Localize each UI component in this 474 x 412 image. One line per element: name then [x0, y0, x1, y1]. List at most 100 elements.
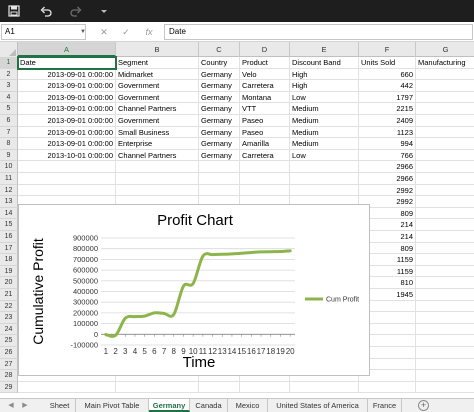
cell-g5[interactable] — [416, 103, 474, 115]
cell-c7[interactable]: Germany — [199, 126, 240, 139]
cell-g4[interactable] — [416, 92, 474, 104]
cell-b11[interactable] — [116, 173, 199, 185]
cell-g23[interactable] — [416, 312, 474, 324]
row-header[interactable]: 13 — [0, 196, 18, 208]
cell-e8[interactable]: Medium — [290, 138, 359, 150]
column-header-g[interactable]: G — [416, 42, 474, 57]
cell-c4[interactable]: Germany — [199, 91, 240, 104]
row-header[interactable]: 15 — [0, 219, 18, 231]
cell-e6[interactable]: Medium — [290, 115, 359, 127]
cell-a29[interactable] — [18, 381, 116, 394]
cell-d1[interactable]: Product — [240, 57, 290, 69]
cell-g9[interactable] — [416, 150, 474, 162]
cell-e2[interactable]: High — [290, 68, 359, 81]
tab-mexico[interactable]: Mexico — [228, 399, 268, 412]
row-header[interactable]: 27 — [0, 358, 18, 371]
cell-b7[interactable]: Small Business — [116, 126, 199, 139]
cell-a12[interactable] — [18, 184, 116, 197]
cell-d4[interactable]: Montana — [240, 91, 290, 104]
cell-d11[interactable] — [240, 173, 290, 185]
cell-g25[interactable] — [416, 335, 474, 347]
row-header[interactable]: 28 — [0, 370, 18, 382]
column-header-c[interactable]: C — [199, 42, 240, 57]
cell-a2[interactable]: 2013-09-01 0:00:00 — [18, 68, 116, 81]
row-header[interactable]: 16 — [0, 231, 18, 243]
cell-g16[interactable] — [416, 231, 474, 243]
prev-sheet-icon[interactable]: ◀ — [6, 399, 16, 412]
cell-e29[interactable] — [290, 381, 359, 394]
cell-b1[interactable]: Segment — [116, 57, 199, 69]
cell-e11[interactable] — [290, 173, 359, 185]
cell-f29[interactable] — [359, 381, 416, 394]
cell-b12[interactable] — [116, 184, 199, 197]
undo-icon[interactable] — [38, 3, 54, 19]
cell-c2[interactable]: Germany — [199, 68, 240, 81]
cell-a9[interactable]: 2013-10-01 0:00:00 — [18, 149, 116, 162]
cell-f1[interactable]: Units Sold — [359, 57, 416, 69]
cell-g24[interactable] — [416, 324, 474, 336]
cell-d7[interactable]: Paseo — [240, 126, 290, 139]
cell-c11[interactable] — [199, 173, 240, 185]
tab-main-pivot-table[interactable]: Main Pivot Table — [76, 399, 149, 412]
cell-g3[interactable] — [416, 80, 474, 92]
cell-d6[interactable]: Paseo — [240, 115, 290, 127]
cell-f12[interactable]: 2992 — [359, 184, 416, 197]
cell-f11[interactable]: 2966 — [359, 173, 416, 185]
select-all-button[interactable] — [0, 42, 18, 57]
row-header[interactable]: 22 — [0, 300, 18, 313]
cell-b29[interactable] — [116, 381, 199, 394]
add-sheet-button[interactable]: + — [418, 400, 429, 411]
cell-g1[interactable]: Manufacturing — [416, 57, 474, 69]
formula-input[interactable]: Date — [164, 24, 473, 40]
row-header[interactable]: 11 — [0, 173, 18, 185]
cell-g27[interactable] — [416, 359, 474, 371]
profit-chart[interactable]: Profit Chart -100000 0 100000 200000 300000 40… — [18, 204, 370, 376]
column-header-a[interactable]: A — [18, 42, 116, 57]
row-header[interactable]: 21 — [0, 289, 18, 301]
tab-sheet[interactable]: Sheet — [44, 399, 76, 412]
cell-f7[interactable]: 1123 — [359, 126, 416, 139]
tab-canada[interactable]: Canada — [190, 399, 228, 412]
cell-g28[interactable] — [416, 370, 474, 382]
cell-g29[interactable] — [416, 382, 474, 394]
cell-d2[interactable]: Velo — [240, 68, 290, 81]
cell-a6[interactable]: 2013-09-01 0:00:00 — [18, 115, 116, 127]
enter-icon[interactable]: ✓ — [120, 25, 132, 39]
cell-c1[interactable]: Country — [199, 57, 240, 69]
row-header[interactable]: 23 — [0, 312, 18, 324]
cell-a4[interactable]: 2013-09-01 0:00:00 — [18, 91, 116, 104]
tab-united-states-of-america[interactable]: United States of America — [268, 399, 368, 412]
cell-d3[interactable]: Carretera — [240, 80, 290, 92]
cell-g6[interactable] — [416, 115, 474, 127]
cell-b2[interactable]: Midmarket — [116, 68, 199, 81]
cell-c29[interactable] — [199, 381, 240, 394]
row-header[interactable]: 5 — [0, 103, 18, 115]
cell-c10[interactable] — [199, 161, 240, 173]
row-header[interactable]: 25 — [0, 335, 18, 347]
cell-b4[interactable]: Government — [116, 91, 199, 104]
cell-a1[interactable]: Date — [17, 56, 117, 70]
cell-b6[interactable]: Government — [116, 115, 199, 127]
tab-germany[interactable]: Germany — [149, 399, 190, 412]
cell-f9[interactable]: 766 — [359, 149, 416, 162]
cell-f5[interactable]: 2215 — [359, 103, 416, 115]
cell-d5[interactable]: VTT — [240, 103, 290, 115]
insert-function-icon[interactable]: fx — [142, 25, 156, 39]
cell-g19[interactable] — [416, 266, 474, 278]
cell-g15[interactable] — [416, 219, 474, 231]
save-icon[interactable] — [6, 3, 22, 19]
cell-c12[interactable] — [199, 184, 240, 197]
column-header-e[interactable]: E — [290, 42, 359, 57]
cancel-icon[interactable]: ✕ — [98, 25, 110, 39]
cell-a7[interactable]: 2013-09-01 0:00:00 — [18, 126, 116, 139]
column-header-d[interactable]: D — [240, 42, 290, 57]
cell-g2[interactable] — [416, 69, 474, 81]
cell-g7[interactable] — [416, 127, 474, 139]
cell-a8[interactable]: 2013-09-01 0:00:00 — [18, 138, 116, 150]
cell-a3[interactable]: 2013-09-01 0:00:00 — [18, 80, 116, 92]
cell-a5[interactable]: 2013-09-01 0:00:00 — [18, 103, 116, 115]
redo-icon[interactable] — [68, 3, 84, 19]
cell-g20[interactable] — [416, 277, 474, 289]
cell-d8[interactable]: Amarilla — [240, 138, 290, 150]
name-box[interactable]: A1 ▼ — [1, 24, 86, 40]
